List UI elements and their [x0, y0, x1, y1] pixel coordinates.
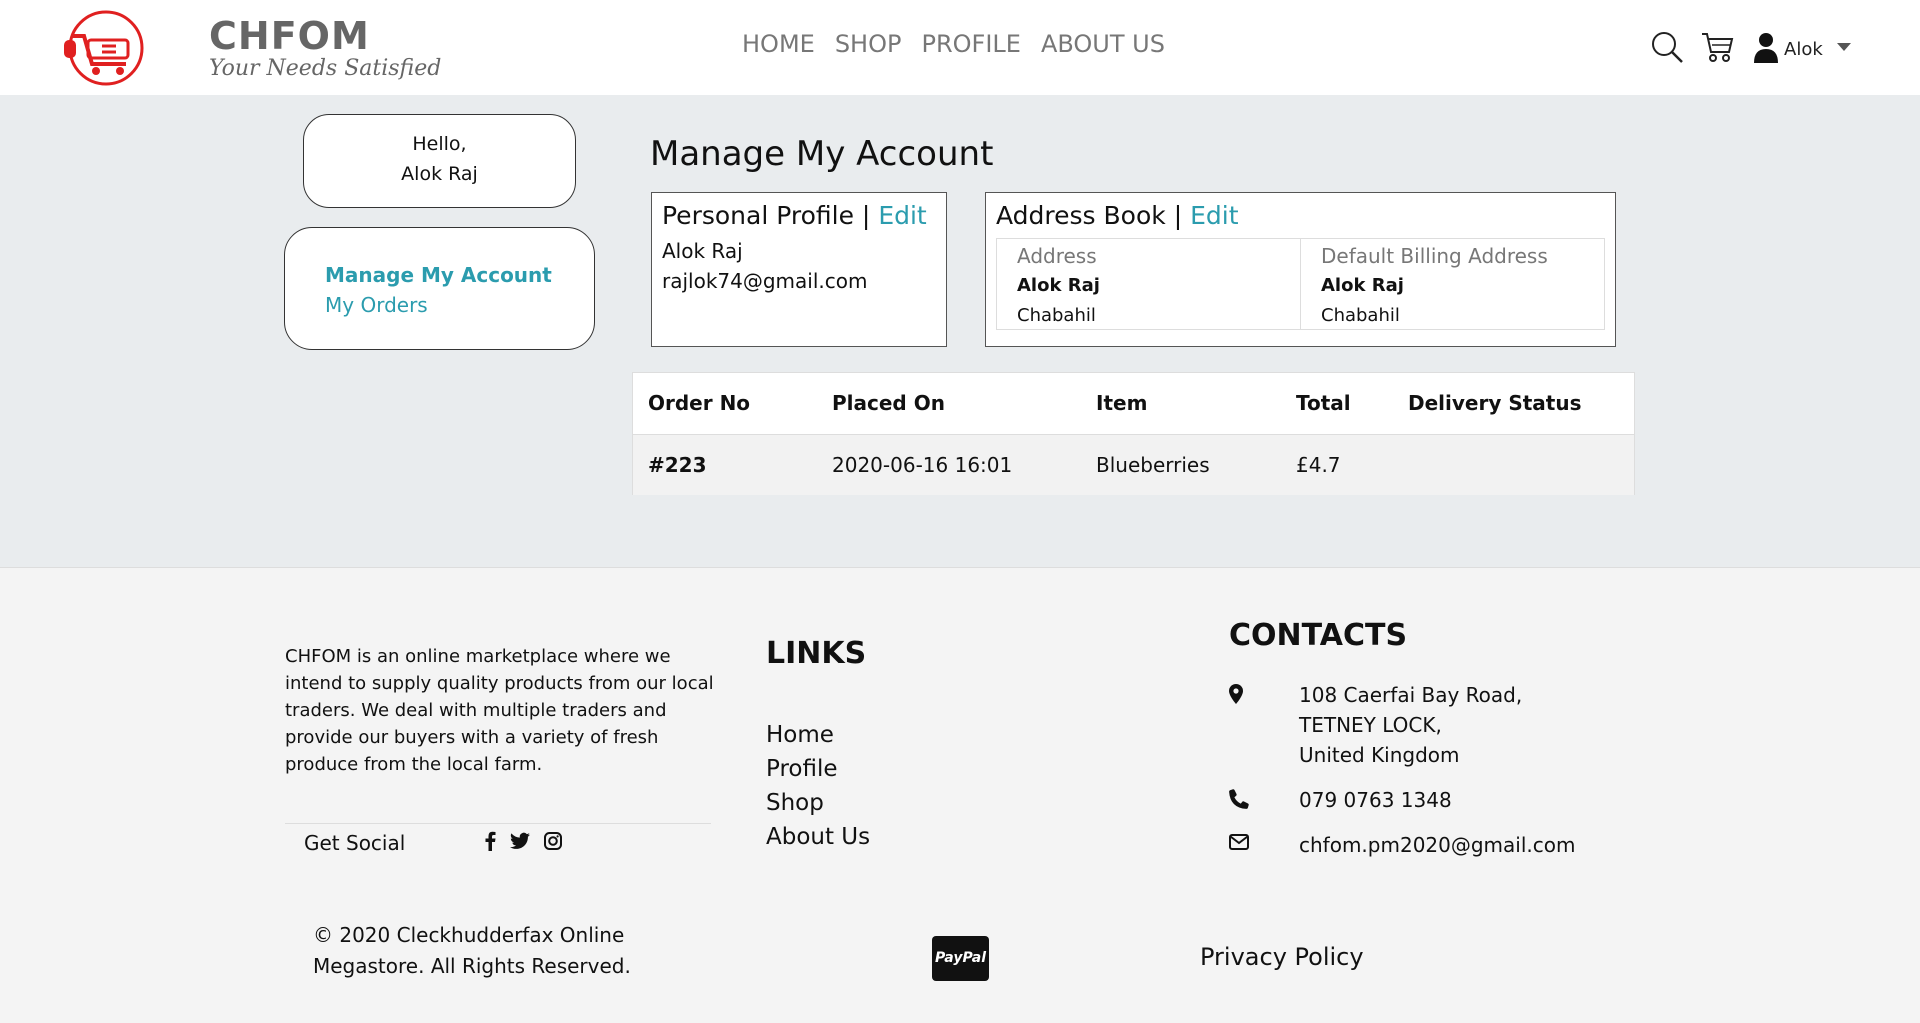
address-city: Chabahil	[1017, 305, 1096, 326]
menu-manage-account[interactable]: Manage My Account	[325, 260, 594, 290]
greeting-card: Hello, Alok Raj	[303, 114, 576, 208]
table-header-row: Order No Placed On Item Total Delivery S…	[633, 373, 1634, 435]
top-navbar: CHFOM Your Needs Satisfied HOME SHOP PRO…	[0, 0, 1920, 95]
profile-card-title: Personal Profile | Edit	[662, 201, 936, 230]
email-text[interactable]: chfom.pm2020@gmail.com	[1299, 830, 1575, 860]
brand-logo[interactable]: CHFOM Your Needs Satisfied	[58, 8, 441, 88]
brand-name: CHFOM	[209, 14, 370, 58]
greeting-user: Alok Raj	[401, 163, 478, 185]
profile-name: Alok Raj	[662, 239, 743, 263]
title-separator: |	[861, 201, 871, 230]
address-line-1: 108 Caerfai Bay Road,	[1299, 683, 1523, 707]
col-delivery-status: Delivery Status	[1393, 373, 1634, 435]
order-no-cell: #223	[633, 434, 817, 495]
billing-heading: Default Billing Address	[1321, 244, 1548, 268]
contact-address: 108 Caerfai Bay Road, TETNEY LOCK, Unite…	[1229, 680, 1522, 770]
nav-home[interactable]: HOME	[742, 30, 815, 58]
phone-text: 079 0763 1348	[1299, 788, 1452, 812]
title-separator: |	[1173, 201, 1183, 230]
address-text: 108 Caerfai Bay Road, TETNEY LOCK, Unite…	[1299, 680, 1522, 770]
user-icon[interactable]	[1754, 31, 1778, 67]
envelope-icon	[1229, 830, 1299, 860]
site-footer: CHFOM is an online marketplace where we …	[0, 567, 1920, 1023]
user-menu-name[interactable]: Alok	[1784, 39, 1823, 60]
footer-link-profile[interactable]: Profile	[766, 752, 870, 786]
address-title-text: Address Book	[996, 201, 1166, 230]
total-cell: £4.7	[1281, 434, 1393, 495]
contacts-heading: CONTACTS	[1229, 618, 1408, 653]
map-pin-icon	[1229, 680, 1299, 770]
footer-links: Home Profile Shop About Us	[766, 718, 870, 854]
col-total: Total	[1281, 373, 1393, 435]
profile-email: rajlok74@gmail.com	[662, 269, 868, 293]
brand-tagline: Your Needs Satisfied	[209, 56, 442, 81]
search-icon[interactable]	[1650, 30, 1684, 68]
page-title: Manage My Account	[650, 134, 994, 174]
chevron-down-icon[interactable]	[1836, 43, 1851, 51]
instagram-icon[interactable]	[544, 832, 562, 854]
account-menu: Manage My Account My Orders	[284, 227, 595, 350]
address-card-title: Address Book | Edit	[996, 201, 1605, 230]
personal-profile-card: Personal Profile | Edit Alok Raj rajlok7…	[651, 192, 947, 347]
social-label: Get Social	[304, 831, 406, 855]
address-edit-link[interactable]: Edit	[1190, 201, 1238, 230]
phone-icon	[1229, 785, 1299, 815]
greeting-text: Hello,	[412, 133, 467, 155]
footer-link-home[interactable]: Home	[766, 718, 870, 752]
profile-edit-link[interactable]: Edit	[878, 201, 926, 230]
nav-actions: Alok	[1650, 30, 1851, 68]
twitter-icon[interactable]	[510, 832, 530, 854]
address-heading: Address	[1017, 244, 1097, 268]
cart-icon[interactable]	[1700, 30, 1734, 68]
about-text: CHFOM is an online marketplace where we …	[285, 646, 714, 775]
address-line-2: TETNEY LOCK,	[1299, 713, 1442, 737]
address-column: Address Alok Raj Chabahil	[997, 239, 1300, 329]
main-nav: HOME SHOP PROFILE ABOUT US	[742, 30, 1165, 58]
menu-my-orders[interactable]: My Orders	[325, 290, 594, 320]
col-order-no: Order No	[633, 373, 817, 435]
copyright-line-1: © 2020 Cleckhudderfax Online	[313, 923, 625, 947]
orders-table: Order No Placed On Item Total Delivery S…	[632, 372, 1635, 495]
facebook-icon[interactable]	[484, 831, 496, 855]
item-cell: Blueberries	[1081, 434, 1281, 495]
col-placed-on: Placed On	[817, 373, 1081, 435]
footer-link-about-us[interactable]: About Us	[766, 820, 870, 854]
copyright-line-2: Megastore. All Rights Reserved.	[313, 954, 631, 978]
address-grid: Address Alok Raj Chabahil Default Billin…	[996, 238, 1605, 330]
contact-email: chfom.pm2020@gmail.com	[1229, 830, 1575, 860]
nav-profile[interactable]: PROFILE	[921, 30, 1020, 58]
col-item: Item	[1081, 373, 1281, 435]
contact-phone: 079 0763 1348	[1229, 785, 1452, 815]
status-cell	[1393, 434, 1634, 495]
nav-about-us[interactable]: ABOUT US	[1041, 30, 1165, 58]
nav-shop[interactable]: SHOP	[835, 30, 902, 58]
privacy-policy-link[interactable]: Privacy Policy	[1200, 943, 1364, 971]
footer-link-shop[interactable]: Shop	[766, 786, 870, 820]
social-icons	[484, 831, 562, 855]
copyright-text: © 2020 Cleckhudderfax Online Megastore. …	[313, 920, 631, 982]
placed-on-cell: 2020-06-16 16:01	[817, 434, 1081, 495]
table-row[interactable]: #223 2020-06-16 16:01 Blueberries £4.7	[633, 434, 1634, 495]
cart-logo-icon	[64, 10, 144, 86]
links-heading: LINKS	[766, 636, 867, 671]
address-line-3: United Kingdom	[1299, 743, 1460, 767]
address-book-card: Address Book | Edit Address Alok Raj Cha…	[985, 192, 1616, 347]
billing-city: Chabahil	[1321, 305, 1400, 326]
profile-title-text: Personal Profile	[662, 201, 854, 230]
address-name: Alok Raj	[1017, 275, 1100, 296]
social-bar: Get Social	[285, 823, 711, 855]
billing-address-column: Default Billing Address Alok Raj Chabahi…	[1300, 239, 1604, 329]
paypal-logo: PayPal	[932, 936, 989, 981]
billing-name: Alok Raj	[1321, 275, 1404, 296]
